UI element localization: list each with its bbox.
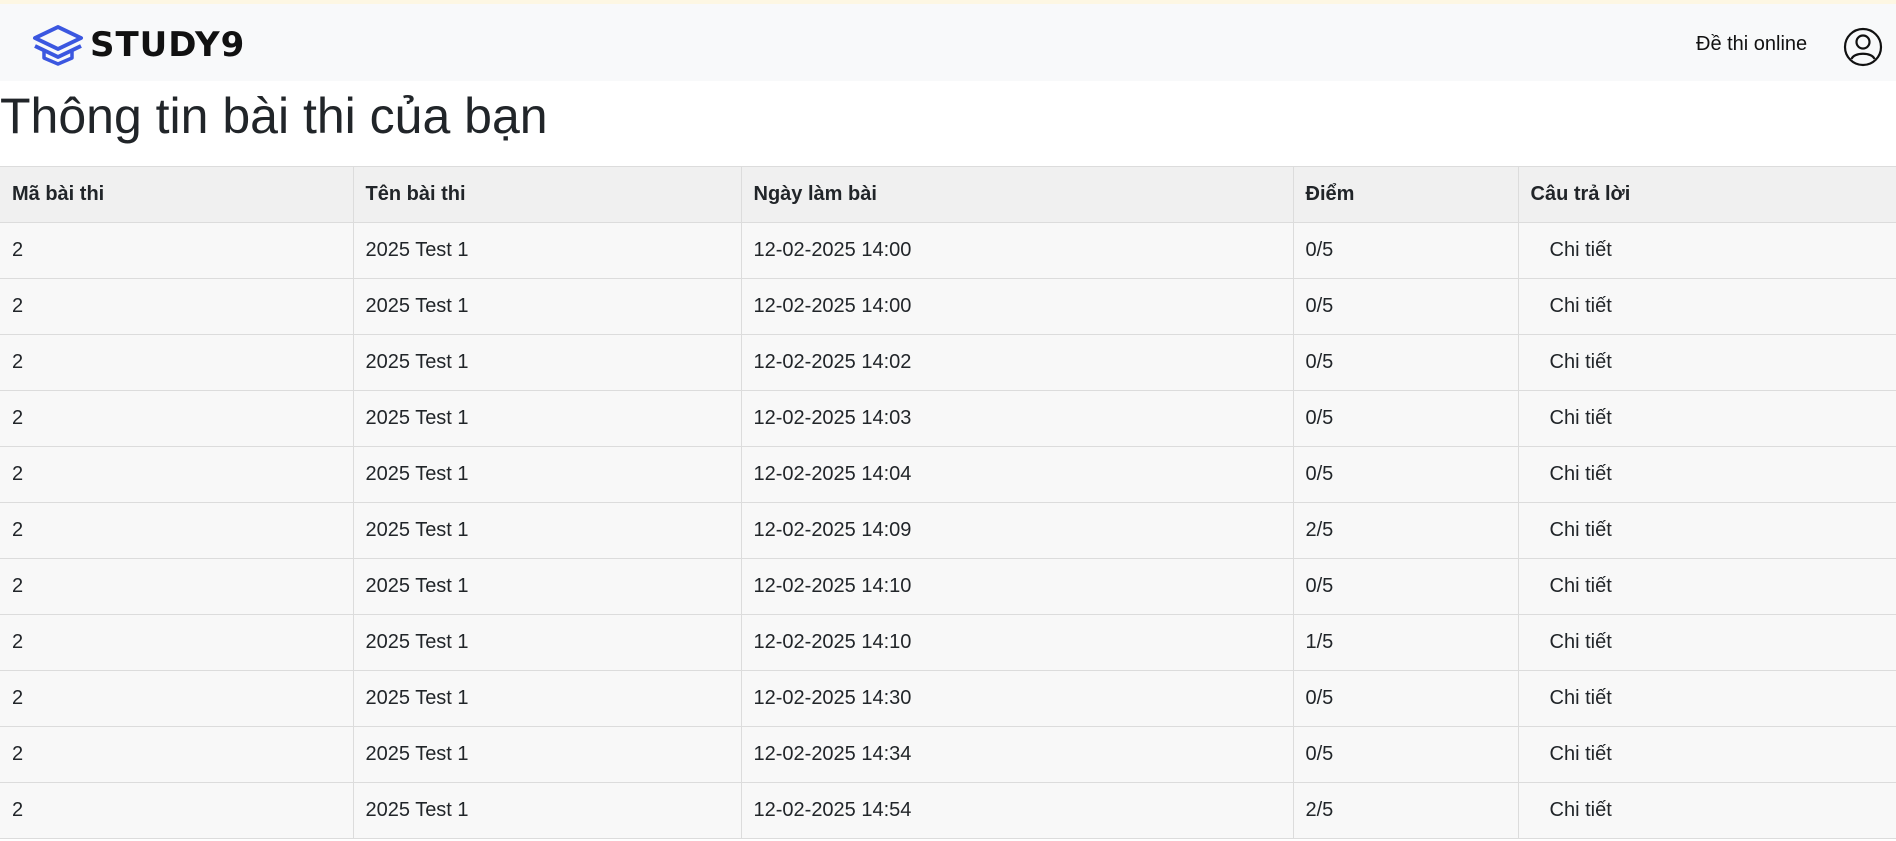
detail-link[interactable]: Chi tiết xyxy=(1531,575,1612,598)
cell-exam-date: 12-02-2025 14:30 xyxy=(741,670,1294,727)
brand-logo[interactable]: STUDY9 xyxy=(32,24,245,66)
cell-answers: Chi tiết xyxy=(1518,278,1896,335)
cell-exam-id: 2 xyxy=(0,670,354,727)
cell-answers: Chi tiết xyxy=(1518,390,1896,447)
cell-exam-name: 2025 Test 1 xyxy=(353,502,742,559)
table-row: 2 2025 Test 1 12-02-2025 14:03 0/5 Chi tiết xyxy=(0,390,1896,447)
exam-results-table-wrapper: Mã bài thi Tên bài thi Ngày làm bài Điểm… xyxy=(0,166,1896,839)
cell-answers: Chi tiết xyxy=(1518,502,1896,559)
table-row: 2 2025 Test 1 12-02-2025 14:54 2/5 Chi tiết xyxy=(0,782,1896,839)
cell-score: 0/5 xyxy=(1293,334,1519,391)
cell-exam-name: 2025 Test 1 xyxy=(353,614,742,671)
table-row: 2 2025 Test 1 12-02-2025 14:04 0/5 Chi tiết xyxy=(0,446,1896,503)
cell-exam-id: 2 xyxy=(0,782,354,839)
table-row: 2 2025 Test 1 12-02-2025 14:09 2/5 Chi tiết xyxy=(0,502,1896,559)
cell-exam-name: 2025 Test 1 xyxy=(353,446,742,503)
cell-exam-id: 2 xyxy=(0,334,354,391)
brand-name: STUDY9 xyxy=(90,25,246,65)
graduation-cap-icon xyxy=(33,25,83,66)
cell-exam-name: 2025 Test 1 xyxy=(353,278,742,335)
cell-score: 0/5 xyxy=(1293,222,1519,279)
cell-exam-date: 12-02-2025 14:10 xyxy=(741,558,1294,615)
cell-answers: Chi tiết xyxy=(1518,558,1896,615)
cell-exam-name: 2025 Test 1 xyxy=(353,670,742,727)
cell-score: 0/5 xyxy=(1293,278,1519,335)
cell-exam-id: 2 xyxy=(0,222,354,279)
cell-answers: Chi tiết xyxy=(1518,222,1896,279)
detail-link[interactable]: Chi tiết xyxy=(1531,295,1612,318)
cell-exam-date: 12-02-2025 14:04 xyxy=(741,446,1294,503)
column-header-exam-date: Ngày làm bài xyxy=(741,166,1294,223)
navbar: STUDY9 Đề thi online xyxy=(0,4,1896,81)
table-row: 2 2025 Test 1 12-02-2025 14:30 0/5 Chi tiết xyxy=(0,670,1896,727)
detail-link[interactable]: Chi tiết xyxy=(1531,743,1612,766)
table-row: 2 2025 Test 1 12-02-2025 14:00 0/5 Chi tiết xyxy=(0,278,1896,335)
column-header-exam-id: Mã bài thi xyxy=(0,166,354,223)
cell-exam-date: 12-02-2025 14:03 xyxy=(741,390,1294,447)
cell-exam-name: 2025 Test 1 xyxy=(353,334,742,391)
table-row: 2 2025 Test 1 12-02-2025 14:02 0/5 Chi tiết xyxy=(0,334,1896,391)
nav-online-exams-link[interactable]: Đề thi online xyxy=(1696,32,1807,56)
cell-exam-id: 2 xyxy=(0,390,354,447)
table-row: 2 2025 Test 1 12-02-2025 14:10 1/5 Chi tiết xyxy=(0,614,1896,671)
table-header-row: Mã bài thi Tên bài thi Ngày làm bài Điểm… xyxy=(0,166,1896,223)
cell-exam-id: 2 xyxy=(0,502,354,559)
cell-score: 0/5 xyxy=(1293,670,1519,727)
detail-link[interactable]: Chi tiết xyxy=(1531,687,1612,710)
exam-results-table: Mã bài thi Tên bài thi Ngày làm bài Điểm… xyxy=(0,166,1896,839)
cell-exam-id: 2 xyxy=(0,726,354,783)
table-row: 2 2025 Test 1 12-02-2025 14:34 0/5 Chi tiết xyxy=(0,726,1896,783)
column-header-answers: Câu trả lời xyxy=(1518,166,1896,223)
cell-exam-date: 12-02-2025 14:10 xyxy=(741,614,1294,671)
cell-score: 2/5 xyxy=(1293,502,1519,559)
page-title: Thông tin bài thi của bạn xyxy=(0,88,548,144)
user-circle-icon xyxy=(1843,27,1883,67)
table-body: 2 2025 Test 1 12-02-2025 14:00 0/5 Chi tiết 2… xyxy=(0,222,1896,839)
detail-link[interactable]: Chi tiết xyxy=(1531,463,1612,486)
cell-exam-name: 2025 Test 1 xyxy=(353,558,742,615)
cell-answers: Chi tiết xyxy=(1518,446,1896,503)
cell-answers: Chi tiết xyxy=(1518,726,1896,783)
cell-exam-name: 2025 Test 1 xyxy=(353,782,742,839)
cell-exam-date: 12-02-2025 14:54 xyxy=(741,782,1294,839)
detail-link[interactable]: Chi tiết xyxy=(1531,351,1612,374)
cell-score: 0/5 xyxy=(1293,558,1519,615)
cell-exam-id: 2 xyxy=(0,558,354,615)
cell-answers: Chi tiết xyxy=(1518,614,1896,671)
cell-score: 0/5 xyxy=(1293,726,1519,783)
cell-exam-id: 2 xyxy=(0,446,354,503)
cell-score: 0/5 xyxy=(1293,390,1519,447)
cell-exam-name: 2025 Test 1 xyxy=(353,726,742,783)
account-button[interactable] xyxy=(1843,27,1883,67)
cell-score: 1/5 xyxy=(1293,614,1519,671)
cell-exam-date: 12-02-2025 14:09 xyxy=(741,502,1294,559)
column-header-score: Điểm xyxy=(1293,166,1519,223)
cell-answers: Chi tiết xyxy=(1518,334,1896,391)
cell-exam-date: 12-02-2025 14:34 xyxy=(741,726,1294,783)
cell-exam-name: 2025 Test 1 xyxy=(353,390,742,447)
column-header-exam-name: Tên bài thi xyxy=(353,166,742,223)
cell-exam-date: 12-02-2025 14:00 xyxy=(741,222,1294,279)
detail-link[interactable]: Chi tiết xyxy=(1531,519,1612,542)
cell-exam-name: 2025 Test 1 xyxy=(353,222,742,279)
detail-link[interactable]: Chi tiết xyxy=(1531,631,1612,654)
detail-link[interactable]: Chi tiết xyxy=(1531,407,1612,430)
cell-answers: Chi tiết xyxy=(1518,782,1896,839)
cell-exam-date: 12-02-2025 14:00 xyxy=(741,278,1294,335)
cell-score: 0/5 xyxy=(1293,446,1519,503)
cell-exam-id: 2 xyxy=(0,278,354,335)
table-row: 2 2025 Test 1 12-02-2025 14:00 0/5 Chi tiết xyxy=(0,222,1896,279)
detail-link[interactable]: Chi tiết xyxy=(1531,799,1612,822)
cell-exam-date: 12-02-2025 14:02 xyxy=(741,334,1294,391)
cell-answers: Chi tiết xyxy=(1518,670,1896,727)
detail-link[interactable]: Chi tiết xyxy=(1531,239,1612,262)
cell-score: 2/5 xyxy=(1293,782,1519,839)
table-row: 2 2025 Test 1 12-02-2025 14:10 0/5 Chi tiết xyxy=(0,558,1896,615)
cell-exam-id: 2 xyxy=(0,614,354,671)
